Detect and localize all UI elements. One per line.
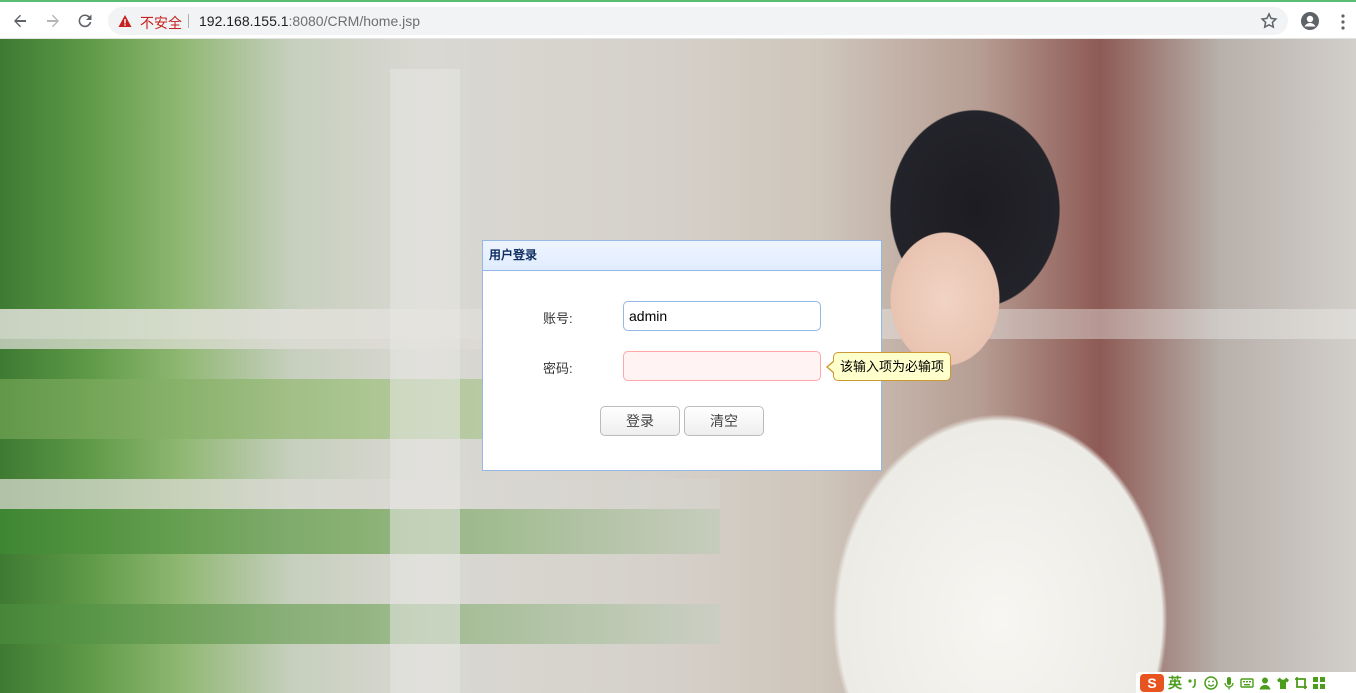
password-label: 密码:	[543, 361, 573, 376]
grid-icon[interactable]	[1312, 676, 1326, 690]
background-pillar	[390, 69, 460, 693]
crop-icon[interactable]	[1294, 676, 1308, 690]
url-host: 192.168.155.1	[199, 13, 289, 29]
dialog-title: 用户登录	[489, 248, 538, 262]
ime-logo-icon[interactable]: S	[1140, 673, 1164, 692]
address-separator	[188, 14, 189, 28]
ime-language-toggle[interactable]: 英	[1168, 673, 1182, 693]
emoji-icon[interactable]	[1204, 675, 1218, 690]
clear-button[interactable]: 清空	[684, 406, 764, 436]
user-icon[interactable]	[1258, 676, 1272, 690]
forward-button[interactable]	[41, 9, 65, 33]
login-dialog: 用户登录 账号: 密码: 登录 清空	[482, 240, 882, 471]
login-button[interactable]: 登录	[600, 406, 680, 436]
dialog-header: 用户登录	[483, 241, 881, 271]
tooltip-arrow-fill	[828, 361, 835, 373]
back-arrow-icon	[14, 14, 26, 28]
url-text[interactable]: 192.168.155.1:8080/CRM/home.jsp	[199, 13, 420, 29]
back-button[interactable]	[8, 9, 32, 33]
profile-icon[interactable]	[1300, 11, 1320, 31]
bookmark-star-icon[interactable]	[1260, 12, 1278, 30]
background-foliage	[0, 604, 720, 644]
forward-arrow-icon	[47, 14, 59, 28]
shirt-icon[interactable]	[1276, 676, 1290, 690]
reload-button[interactable]	[73, 9, 97, 33]
punctuation-icon[interactable]	[1186, 676, 1200, 690]
background-railing	[0, 479, 720, 509]
insecure-label[interactable]: 不安全	[140, 13, 182, 33]
background-foliage	[0, 509, 720, 554]
validation-tooltip: 该输入项为必输项	[826, 352, 952, 381]
username-label: 账号:	[543, 311, 573, 326]
ime-toolbar[interactable]: S 英	[1136, 672, 1356, 693]
password-input[interactable]	[623, 351, 821, 381]
browser-menu-icon[interactable]	[1337, 13, 1349, 31]
tooltip-text: 该输入项为必输项	[840, 359, 945, 374]
address-bar[interactable]: 不安全 192.168.155.1:8080/CRM/home.jsp	[108, 7, 1288, 35]
microphone-icon[interactable]	[1222, 676, 1236, 690]
url-path: :8080/CRM/home.jsp	[288, 13, 421, 29]
warning-icon	[118, 15, 132, 27]
browser-toolbar: 不安全 192.168.155.1:8080/CRM/home.jsp	[0, 2, 1356, 39]
username-input[interactable]	[623, 301, 821, 331]
keyboard-icon[interactable]	[1240, 676, 1254, 690]
reload-icon	[78, 14, 92, 28]
